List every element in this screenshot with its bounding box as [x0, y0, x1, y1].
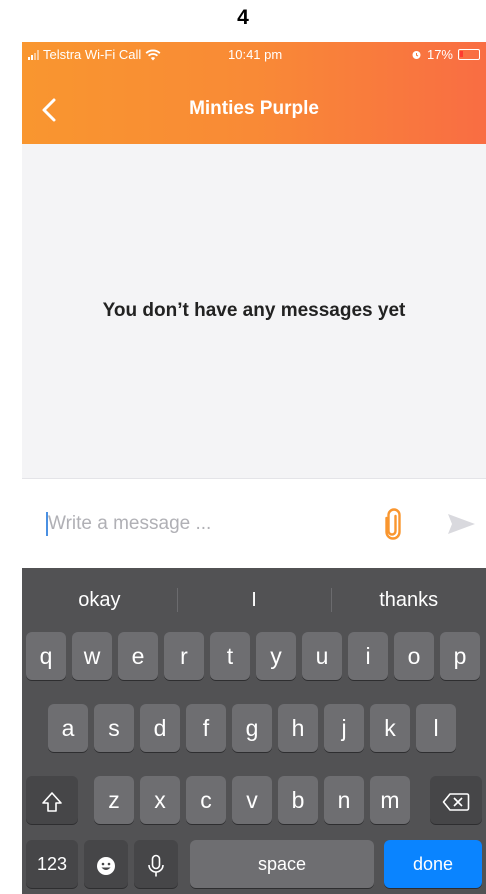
messages-area: You don’t have any messages yet: [22, 144, 486, 478]
done-key[interactable]: done: [384, 840, 482, 888]
key-row-4: 123 space done: [22, 840, 486, 888]
signal-icon: [28, 49, 39, 60]
key[interactable]: d: [140, 704, 180, 752]
suggestion-bar: okay I thanks: [22, 580, 486, 620]
delete-key[interactable]: [430, 776, 482, 824]
conversation-title: Minties Purple: [189, 98, 319, 119]
space-key[interactable]: space: [190, 840, 374, 888]
key[interactable]: c: [186, 776, 226, 824]
wifi-icon: [145, 49, 161, 60]
key[interactable]: y: [256, 632, 296, 680]
key[interactable]: f: [186, 704, 226, 752]
dictation-key[interactable]: [134, 840, 178, 888]
battery-percent: 17%: [426, 47, 453, 62]
key[interactable]: o: [394, 632, 434, 680]
key[interactable]: e: [118, 632, 158, 680]
shift-key[interactable]: [26, 776, 78, 824]
key[interactable]: r: [164, 632, 204, 680]
key[interactable]: l: [416, 704, 456, 752]
key-row-2: a s d f g h j k l: [22, 704, 486, 752]
key[interactable]: t: [210, 632, 250, 680]
key[interactable]: k: [370, 704, 410, 752]
numbers-key[interactable]: 123: [26, 840, 78, 888]
suggestion-item[interactable]: thanks: [331, 580, 486, 620]
paperclip-icon: [385, 508, 401, 540]
key[interactable]: n: [324, 776, 364, 824]
carrier-label: Telstra Wi-Fi Call: [43, 47, 142, 62]
message-composer: [22, 478, 486, 568]
key[interactable]: a: [48, 704, 88, 752]
key[interactable]: m: [370, 776, 410, 824]
key[interactable]: i: [348, 632, 388, 680]
key[interactable]: j: [324, 704, 364, 752]
status-bar: Telstra Wi-Fi Call 10:41 pm 17%: [22, 42, 486, 66]
key[interactable]: v: [232, 776, 272, 824]
key[interactable]: h: [278, 704, 318, 752]
backspace-icon: [442, 793, 470, 811]
alarm-icon: [412, 51, 421, 59]
key[interactable]: u: [302, 632, 342, 680]
emoji-key[interactable]: [84, 840, 128, 888]
microphone-icon: [148, 854, 164, 877]
key[interactable]: q: [26, 632, 66, 680]
key[interactable]: x: [140, 776, 180, 824]
shift-icon: [42, 792, 62, 812]
suggestion-item[interactable]: okay: [22, 580, 177, 620]
key[interactable]: b: [278, 776, 318, 824]
message-input[interactable]: [48, 507, 368, 541]
top-bar: Telstra Wi-Fi Call 10:41 pm 17% Minties …: [22, 42, 486, 144]
key[interactable]: s: [94, 704, 134, 752]
key[interactable]: z: [94, 776, 134, 824]
key-row-1: q w e r t y u i o p: [22, 632, 486, 680]
keyboard: okay I thanks q w e r t y u i o p a s d …: [22, 568, 486, 894]
key[interactable]: w: [72, 632, 112, 680]
key[interactable]: g: [232, 704, 272, 752]
status-time: 10:41 pm: [228, 47, 283, 62]
key-row-3: z x c v b n m: [22, 776, 486, 824]
emoji-icon: [97, 856, 115, 875]
suggestion-item[interactable]: I: [176, 580, 332, 620]
empty-state-text: You don’t have any messages yet: [102, 300, 406, 321]
battery-icon: [458, 49, 480, 60]
page-number: 4: [237, 6, 249, 29]
send-button[interactable]: [446, 513, 476, 535]
key[interactable]: p: [440, 632, 480, 680]
send-icon: [448, 514, 475, 534]
attach-button[interactable]: [380, 507, 406, 541]
